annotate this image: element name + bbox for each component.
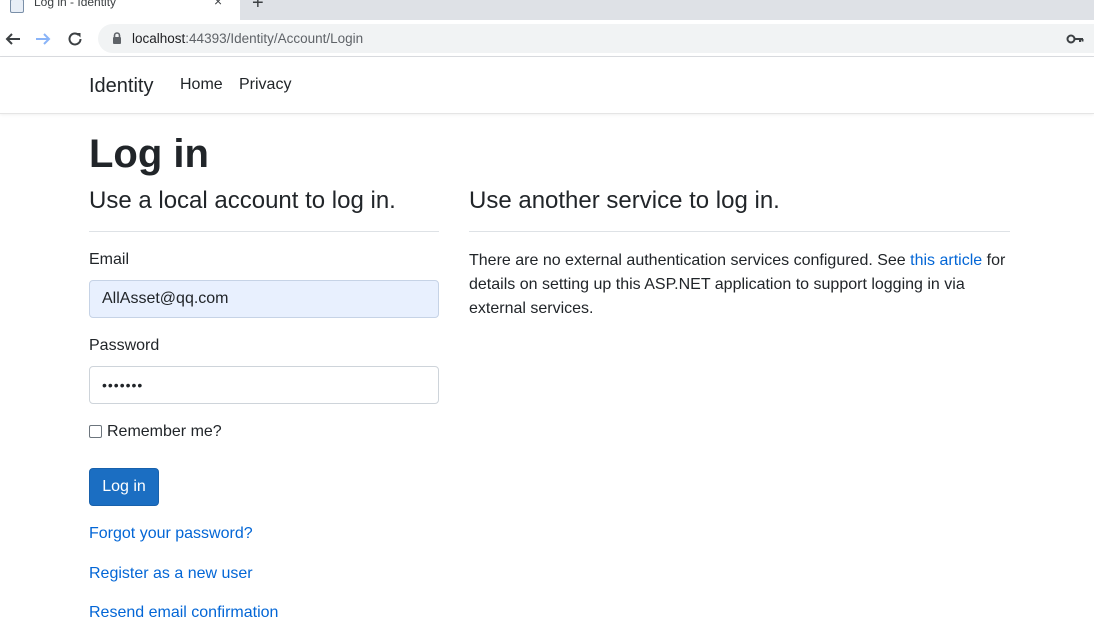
login-button[interactable]: Log in <box>89 468 159 506</box>
back-arrow-icon[interactable] <box>2 28 24 50</box>
password-label: Password <box>89 337 160 354</box>
this-article-link[interactable]: this article <box>910 252 982 269</box>
forward-arrow-icon[interactable] <box>32 28 54 50</box>
browser-tabstrip: Log in - Identity × + <box>0 0 1094 20</box>
key-icon[interactable] <box>1066 32 1084 46</box>
external-service-heading: Use another service to log in. <box>469 187 780 214</box>
external-auth-message: There are no external authentication ser… <box>469 249 1014 321</box>
browser-tab[interactable]: Log in - Identity × <box>0 0 240 20</box>
lock-icon[interactable] <box>110 31 124 45</box>
tab-title: Log in - Identity <box>34 0 117 9</box>
local-account-heading: Use a local account to log in. <box>89 187 396 214</box>
password-field[interactable]: ••••••• <box>89 366 439 404</box>
page-title: Log in <box>89 132 209 176</box>
resend-confirmation-link[interactable]: Resend email confirmation <box>89 604 278 618</box>
url-path: :44393/Identity/Account/Login <box>185 31 364 46</box>
browser-toolbar: localhost:44393/Identity/Account/Login <box>0 20 1094 57</box>
nav-link-home[interactable]: Home <box>180 76 223 94</box>
forgot-password-link[interactable]: Forgot your password? <box>89 525 253 543</box>
reload-icon[interactable] <box>64 28 86 50</box>
site-navbar: Identity Home Privacy <box>0 57 1094 114</box>
plus-icon[interactable]: + <box>252 0 264 13</box>
url-text[interactable]: localhost:44393/Identity/Account/Login <box>132 31 363 46</box>
external-text-before: There are no external authentication ser… <box>469 252 911 269</box>
email-field[interactable]: AllAsset@qq.com <box>89 280 439 318</box>
close-icon[interactable]: × <box>214 0 222 8</box>
nav-link-privacy[interactable]: Privacy <box>239 76 291 94</box>
local-divider <box>89 231 439 232</box>
email-label: Email <box>89 251 130 268</box>
register-link[interactable]: Register as a new user <box>89 565 253 583</box>
remember-me-label[interactable]: Remember me? <box>107 423 222 441</box>
favicon-icon <box>10 0 24 13</box>
remember-me-checkbox[interactable] <box>89 425 102 438</box>
external-divider <box>469 231 1010 232</box>
url-host: localhost <box>132 31 186 46</box>
address-bar[interactable]: localhost:44393/Identity/Account/Login <box>98 24 1094 53</box>
navbar-brand[interactable]: Identity <box>89 75 153 98</box>
